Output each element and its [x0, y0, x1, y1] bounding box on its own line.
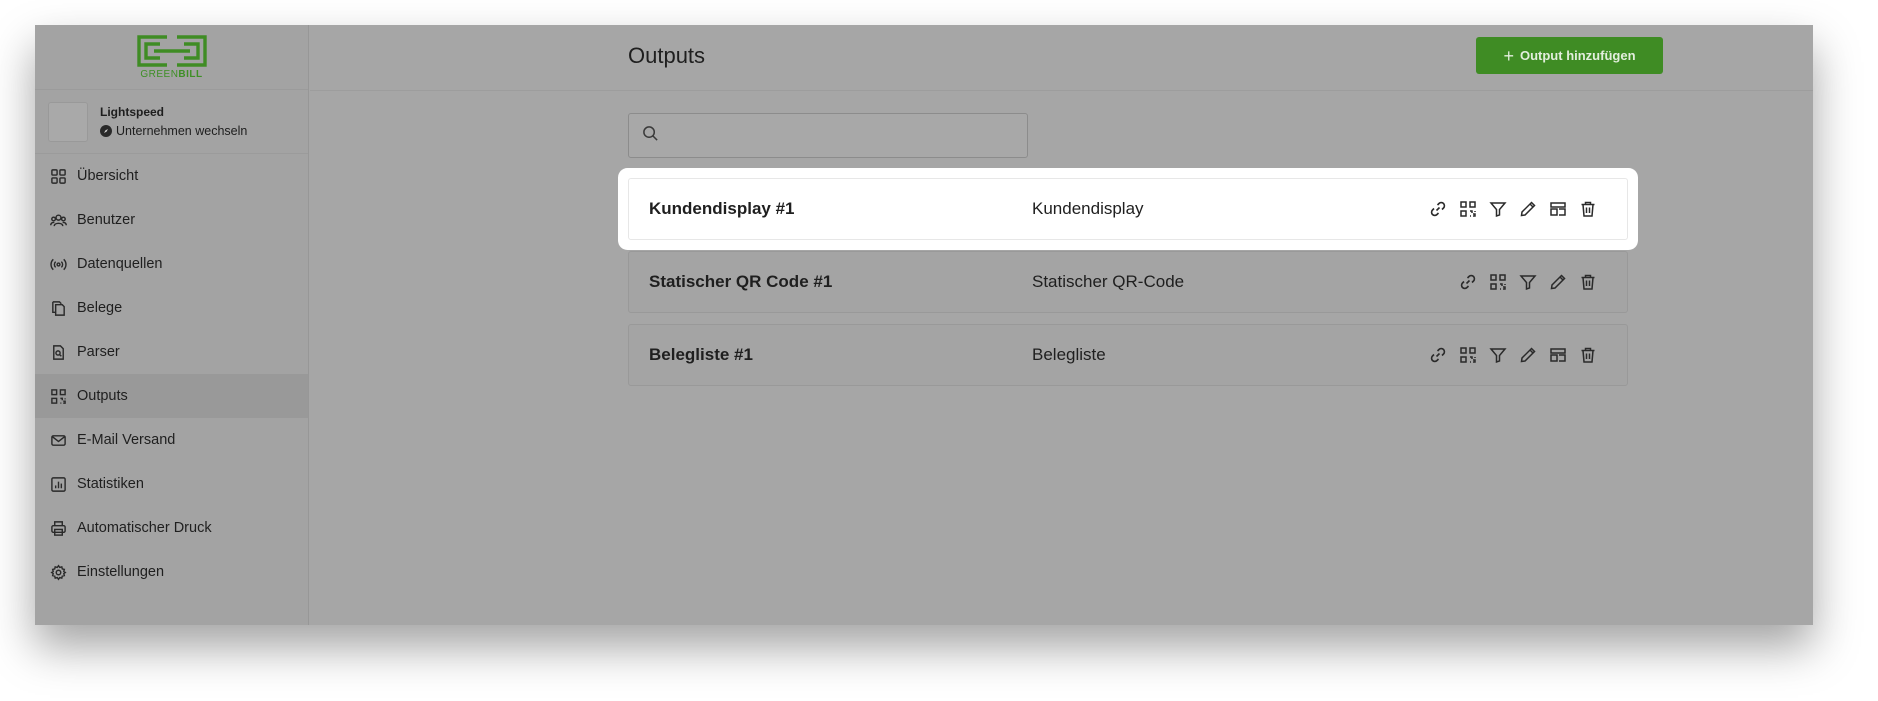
output-row[interactable]: Kundendisplay #1 Kundendisplay: [628, 178, 1628, 240]
output-type: Statischer QR-Code: [1032, 272, 1185, 291]
documents-icon: [49, 299, 67, 317]
sidebar-item-benutzer[interactable]: Benutzer: [35, 198, 308, 242]
row-actions: [1417, 200, 1597, 218]
search-box[interactable]: [628, 113, 1028, 158]
sidebar-item-label: Outputs: [77, 388, 128, 404]
switch-company-label: Unternehmen wechseln: [116, 124, 248, 138]
output-type: Kundendisplay: [1032, 199, 1144, 218]
link-icon[interactable]: [1459, 273, 1477, 291]
qr-code-icon[interactable]: [1489, 273, 1507, 291]
add-output-label: Output hinzufügen: [1519, 48, 1636, 63]
filter-icon[interactable]: [1489, 200, 1507, 218]
sidebar-item-statistiken[interactable]: Statistiken: [35, 462, 308, 506]
users-icon: [49, 211, 67, 229]
sidebar-item-label: Übersicht: [77, 168, 139, 184]
pencil-icon[interactable]: [1519, 346, 1537, 364]
company-name: Lightspeed: [100, 105, 165, 119]
output-name: Kundendisplay #1: [649, 199, 795, 218]
add-output-button[interactable]: + Output hinzufügen: [1476, 37, 1663, 74]
chart-icon: [49, 475, 67, 493]
sidebar-item-label: Datenquellen: [77, 256, 163, 272]
search-icon: [642, 125, 659, 147]
link-icon[interactable]: [1429, 346, 1447, 364]
qr-code-icon[interactable]: [1459, 346, 1477, 364]
filter-icon[interactable]: [1519, 273, 1537, 291]
sidebar-item-label: Belege: [77, 300, 123, 316]
output-name: Statischer QR Code #1: [649, 272, 833, 291]
grid-icon: [49, 167, 67, 185]
sidebar-item-datenquellen[interactable]: Datenquellen: [35, 242, 308, 286]
gear-icon: [49, 563, 67, 581]
sidebar-item-label: Benutzer: [77, 212, 136, 228]
page-header: Outputs + Output hinzufügen: [310, 25, 1813, 91]
broadcast-icon: [49, 255, 67, 273]
layout-icon[interactable]: [1549, 346, 1567, 364]
trash-icon[interactable]: [1579, 346, 1597, 364]
output-row[interactable]: Belegliste #1 Belegliste: [628, 324, 1628, 386]
sidebar-item-belege[interactable]: Belege: [35, 286, 308, 330]
app-window: GREENBILL Lightspeed Unternehmen wechsel…: [35, 25, 1813, 625]
trash-icon[interactable]: [1579, 200, 1597, 218]
filter-icon[interactable]: [1489, 346, 1507, 364]
row-actions: [1447, 273, 1597, 291]
sidebar-item-label: Einstellungen: [77, 564, 165, 580]
document-search-icon: [49, 343, 67, 361]
mail-icon: [49, 431, 67, 449]
pencil-icon[interactable]: [1549, 273, 1567, 291]
company-avatar: [48, 101, 88, 142]
sidebar-item-label: Parser: [77, 344, 120, 360]
sidebar-item-label: Automatischer Druck: [77, 520, 212, 536]
sidebar-item-outputs[interactable]: Outputs: [35, 374, 308, 418]
sidebar-item-label: Statistiken: [77, 476, 144, 492]
company-switcher: Lightspeed Unternehmen wechseln: [35, 90, 308, 154]
logo-wordmark: GREENBILL: [140, 69, 203, 80]
sidebar-item-email-versand[interactable]: E-Mail Versand: [35, 418, 308, 462]
sidebar-item-uebersicht[interactable]: Übersicht: [35, 154, 308, 198]
trash-icon[interactable]: [1579, 273, 1597, 291]
sidebar: GREENBILL Lightspeed Unternehmen wechsel…: [35, 25, 309, 625]
sidebar-item-automatischer-druck[interactable]: Automatischer Druck: [35, 506, 308, 550]
output-name: Belegliste #1: [649, 345, 753, 364]
printer-icon: [49, 519, 67, 537]
pencil-icon[interactable]: [1519, 200, 1537, 218]
greenbill-logo-icon: [136, 35, 207, 67]
page-title: Outputs: [628, 43, 706, 68]
output-type: Belegliste: [1032, 345, 1106, 364]
qr-code-icon[interactable]: [1459, 200, 1477, 218]
output-row[interactable]: Statischer QR Code #1 Statischer QR-Code: [628, 251, 1628, 313]
search-input[interactable]: [667, 127, 1007, 144]
row-actions: [1417, 346, 1597, 364]
switch-company-link[interactable]: Unternehmen wechseln: [100, 124, 247, 138]
compass-icon: [100, 125, 112, 137]
brand-logo[interactable]: GREENBILL: [35, 25, 308, 90]
layout-icon[interactable]: [1549, 200, 1567, 218]
sidebar-nav: Übersicht Benutzer Datenquellen Belege P…: [35, 154, 308, 594]
sidebar-item-parser[interactable]: Parser: [35, 330, 308, 374]
sidebar-item-label: E-Mail Versand: [77, 432, 176, 448]
sidebar-item-einstellungen[interactable]: Einstellungen: [35, 550, 308, 594]
link-icon[interactable]: [1429, 200, 1447, 218]
qr-code-icon: [49, 387, 67, 405]
plus-icon: +: [1503, 45, 1514, 66]
